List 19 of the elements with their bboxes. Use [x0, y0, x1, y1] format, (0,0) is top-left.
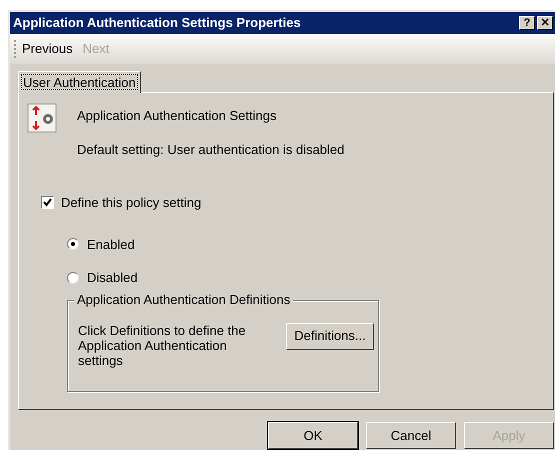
- settings-icon: [27, 103, 57, 133]
- checkbox-label: Define this policy setting: [61, 194, 202, 212]
- help-button[interactable]: ?: [519, 16, 535, 30]
- settings-title: Application Authentication Settings: [77, 107, 278, 125]
- toolbar-button[interactable]: Previous: [22, 39, 73, 59]
- window-title: Application Authentication Settings Properties: [13, 14, 302, 32]
- default-setting-text: Default setting: User authentication is disabled: [77, 140, 344, 159]
- group-box-title: Application Authentication Definitions: [74, 292, 294, 308]
- group-description: Click Definitions to define the Application Authentication settings: [78, 322, 247, 368]
- dialog-button[interactable]: OK: [268, 422, 358, 449]
- radio-label: Disabled: [87, 269, 138, 287]
- radio-button[interactable]: [67, 238, 79, 250]
- tab[interactable]: User Authentication: [18, 71, 141, 93]
- radio-label: Enabled: [87, 236, 135, 254]
- checkbox[interactable]: [41, 196, 54, 210]
- close-button[interactable]: ✕: [537, 16, 553, 30]
- radio-button[interactable]: [67, 272, 79, 284]
- definitions-button[interactable]: Definitions...: [286, 322, 374, 350]
- dialog-button[interactable]: Cancel: [366, 422, 456, 449]
